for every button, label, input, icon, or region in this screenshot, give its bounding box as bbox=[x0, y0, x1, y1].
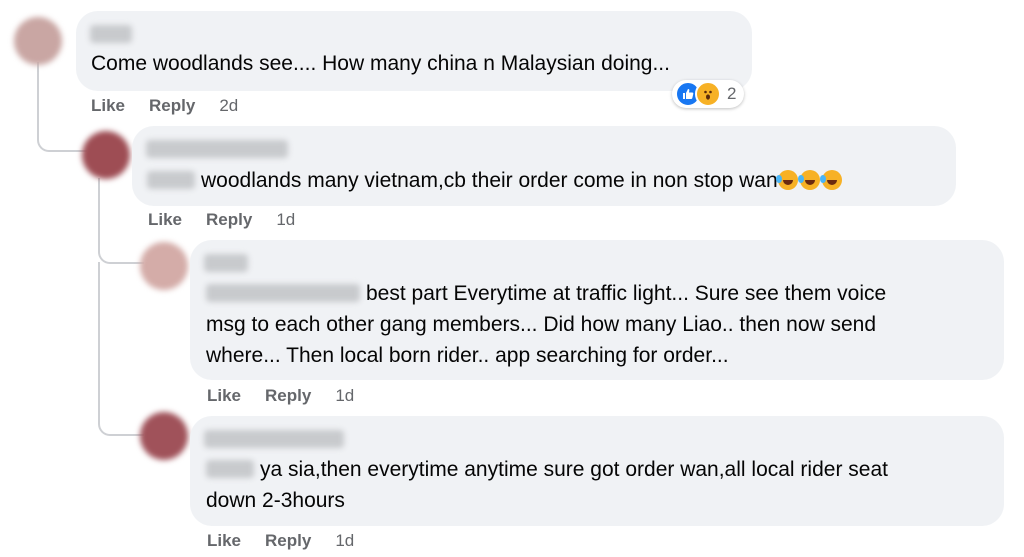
comment-text: Come woodlands see.... How many china n … bbox=[91, 52, 670, 75]
mention-tag[interactable] bbox=[206, 460, 254, 478]
like-button[interactable]: Like bbox=[207, 386, 241, 406]
like-button[interactable]: Like bbox=[91, 96, 125, 116]
like-button[interactable]: Like bbox=[148, 210, 182, 230]
avatar[interactable] bbox=[82, 131, 130, 179]
author-name[interactable] bbox=[90, 25, 132, 43]
reply-button[interactable]: Reply bbox=[265, 386, 311, 406]
mention-tag[interactable] bbox=[147, 171, 195, 189]
comment-text: best part Everytime at traffic light... … bbox=[206, 282, 887, 367]
comment-actions: Like Reply 1d bbox=[207, 386, 354, 406]
timestamp[interactable]: 1d bbox=[335, 531, 354, 551]
comment-actions: Like Reply 1d bbox=[207, 531, 354, 551]
timestamp[interactable]: 2d bbox=[219, 96, 238, 116]
author-name[interactable] bbox=[204, 430, 344, 448]
reply-button[interactable]: Reply bbox=[206, 210, 252, 230]
reply-button[interactable]: Reply bbox=[265, 531, 311, 551]
wow-face-icon bbox=[695, 81, 721, 107]
comment-actions: Like Reply 1d bbox=[148, 210, 295, 230]
timestamp[interactable]: 1d bbox=[276, 210, 295, 230]
comment-text: ya sia,then everytime anytime sure got o… bbox=[206, 458, 888, 512]
avatar[interactable] bbox=[140, 242, 188, 290]
author-name[interactable] bbox=[146, 140, 288, 158]
avatar[interactable] bbox=[14, 17, 62, 65]
reply-button[interactable]: Reply bbox=[149, 96, 195, 116]
author-name[interactable] bbox=[204, 254, 248, 272]
reaction-summary[interactable]: 2 bbox=[672, 80, 745, 108]
comment-actions: Like Reply 2d bbox=[91, 96, 238, 116]
reaction-count: 2 bbox=[727, 84, 737, 103]
rofl-emoji-icon bbox=[819, 170, 842, 190]
avatar[interactable] bbox=[140, 412, 188, 460]
comment-text: woodlands many vietnam,cb their order co… bbox=[147, 165, 844, 196]
mention-tag[interactable] bbox=[206, 284, 360, 302]
rofl-emoji-icon bbox=[775, 170, 798, 190]
like-button[interactable]: Like bbox=[207, 531, 241, 551]
rofl-emoji-icon bbox=[797, 170, 820, 190]
thread-line-sub-2 bbox=[98, 262, 144, 436]
timestamp[interactable]: 1d bbox=[335, 386, 354, 406]
